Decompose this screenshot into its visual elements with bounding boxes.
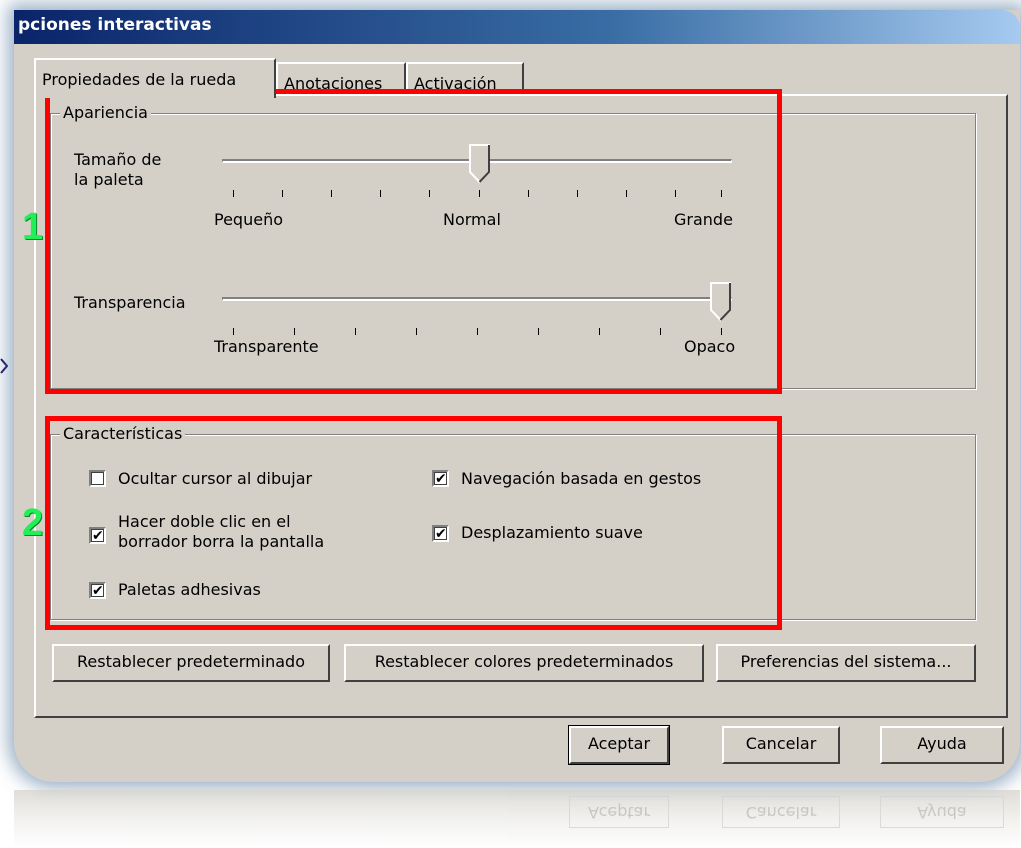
callout-number-1: 1 [22, 206, 44, 248]
reflected-help-button: Ayuda [880, 796, 1004, 828]
reflected-cancel-button: Cancelar [722, 796, 840, 828]
pointer-arrow-icon [0, 358, 8, 374]
title-bar[interactable]: pciones interactivas [14, 10, 1020, 44]
highlight-box-features [45, 416, 782, 630]
help-button[interactable]: Ayuda [880, 726, 1004, 764]
dialog-reflection: Aceptar Cancelar Ayuda [14, 790, 1020, 848]
system-preferences-button[interactable]: Preferencias del sistema... [716, 644, 976, 682]
tab-propiedades-rueda[interactable]: Propiedades de la rueda [34, 58, 276, 98]
callout-number-2: 2 [22, 502, 44, 544]
reflected-ok-button: Aceptar [569, 796, 669, 828]
highlight-box-appearance [45, 89, 782, 394]
reset-default-button[interactable]: Restablecer predeterminado [52, 644, 330, 682]
cancel-button[interactable]: Cancelar [722, 726, 840, 764]
ok-button[interactable]: Aceptar [568, 725, 670, 765]
reset-colors-button[interactable]: Restablecer colores predeterminados [344, 644, 704, 682]
tab-label: Propiedades de la rueda [42, 70, 237, 89]
window-title: pciones interactivas [18, 15, 212, 35]
